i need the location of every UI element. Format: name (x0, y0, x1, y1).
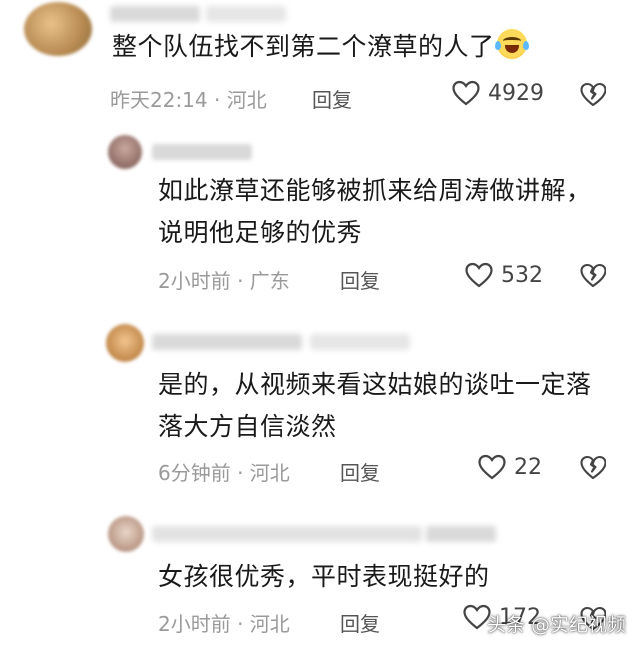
avatar[interactable] (24, 2, 92, 56)
comment-text: 是的，从视频来看这姑娘的谈吐一定落 落大方自信淡然 (158, 364, 592, 448)
broken-heart-icon (580, 263, 607, 288)
reply-button[interactable]: 回复 (340, 457, 380, 486)
dislike-button[interactable] (580, 263, 607, 292)
heart-outline-icon (465, 262, 493, 288)
reply-button[interactable]: 回复 (312, 84, 352, 113)
username-blurred[interactable] (152, 526, 422, 542)
comment-text-line: 如此潦草还能够被抓来给周涛做讲解， (158, 176, 592, 205)
comment-meta: 2小时前 · 广东 (158, 269, 290, 293)
reply-button[interactable]: 回复 (340, 265, 380, 294)
username-blurred (206, 6, 286, 22)
dislike-button[interactable] (580, 82, 607, 111)
username-blurred (426, 526, 496, 542)
comment-text: 整个队伍找不到第二个潦草的人了 (112, 26, 529, 68)
username-blurred[interactable] (152, 334, 302, 350)
comment-text-line: 落大方自信淡然 (158, 412, 337, 441)
avatar[interactable] (108, 135, 142, 169)
username-blurred (310, 334, 410, 350)
comment-text-line: 说明他足够的优秀 (158, 218, 363, 247)
comment-text: 如此潦草还能够被抓来给周涛做讲解， 说明他足够的优秀 (158, 170, 592, 254)
like-button[interactable]: 532 (465, 262, 543, 288)
username-blurred[interactable] (152, 144, 252, 160)
avatar[interactable] (108, 516, 144, 552)
like-count: 532 (501, 262, 543, 288)
like-button[interactable]: 4929 (452, 80, 544, 106)
username-blurred[interactable] (110, 6, 200, 22)
comment-text-line: 是的，从视频来看这姑娘的谈吐一定落 (158, 370, 592, 399)
heart-outline-icon (478, 454, 506, 480)
avatar[interactable] (106, 324, 144, 362)
broken-heart-icon (580, 82, 607, 107)
crying-laughing-emoji (494, 29, 529, 59)
comment-meta: 6分钟前 · 河北 (158, 461, 290, 485)
dislike-button[interactable] (580, 455, 607, 484)
heart-outline-icon (452, 80, 480, 106)
comment-text: 女孩很优秀，平时表现挺好的 (158, 556, 490, 598)
like-count: 4929 (488, 80, 544, 106)
like-count: 22 (514, 454, 542, 480)
comment-meta: 昨天22:14 · 河北 (110, 88, 267, 112)
comment-text-line: 女孩很优秀，平时表现挺好的 (158, 562, 490, 591)
comment-meta: 2小时前 · 河北 (158, 612, 290, 636)
comment-text-line: 整个队伍找不到第二个潦草的人了 (112, 32, 495, 61)
like-button[interactable]: 22 (478, 454, 542, 480)
reply-button[interactable]: 回复 (340, 608, 380, 637)
broken-heart-icon (580, 455, 607, 480)
watermark: 头条 @实纪视频 (486, 614, 626, 636)
